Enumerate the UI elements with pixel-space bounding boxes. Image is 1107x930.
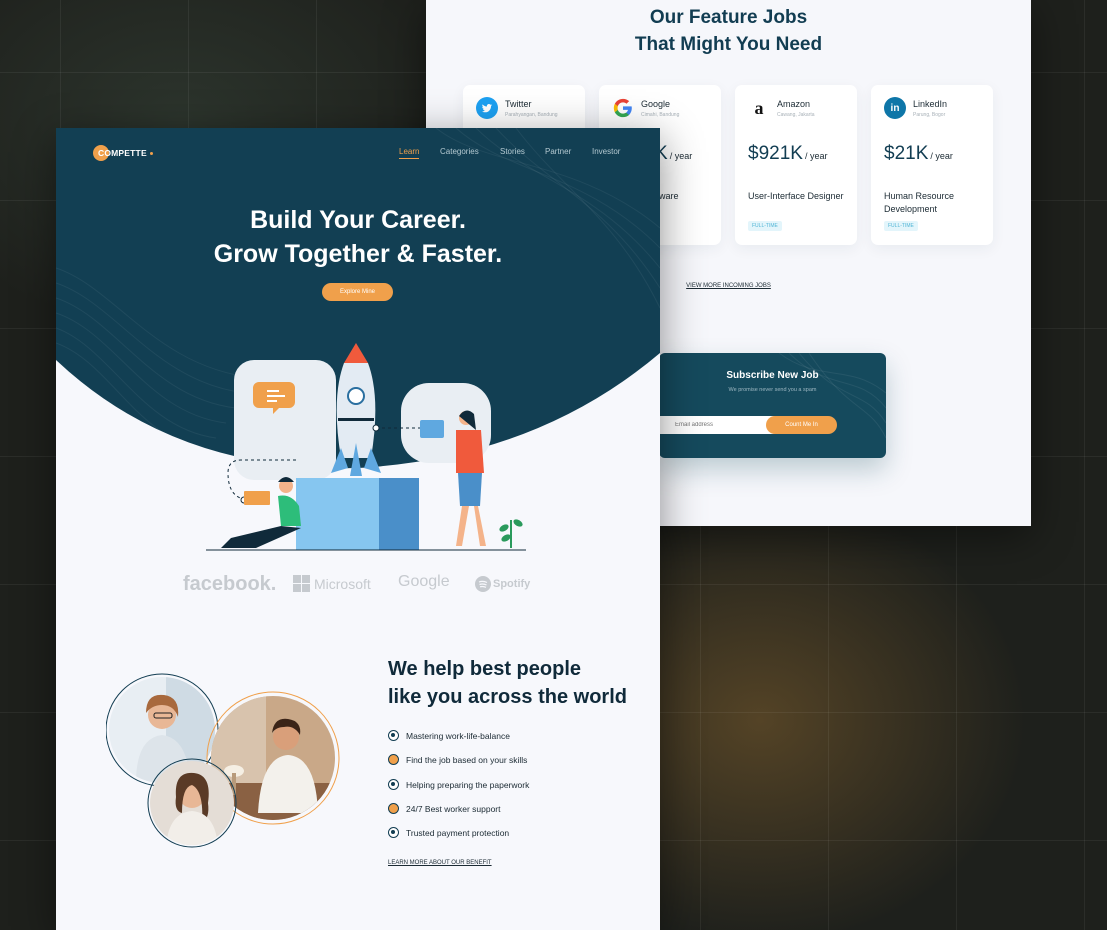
- amazon-icon: a: [754, 97, 764, 118]
- benefit-item: Mastering work-life-balance: [388, 730, 510, 741]
- job-salary-period: / year: [930, 151, 953, 161]
- hero-section: COMPETTE Learn Categories Stories Partne…: [56, 128, 660, 598]
- twitter-icon: [476, 97, 498, 119]
- explore-mine-button[interactable]: Explore Mine: [322, 283, 393, 301]
- hero-title-line-2: Grow Together & Faster.: [213, 240, 503, 268]
- spotify-icon: [475, 576, 491, 592]
- job-salary-value: $921K: [748, 143, 803, 164]
- job-card-linkedin[interactable]: in LinkedIn Parung, Bogor $21K / year Hum…: [871, 85, 993, 245]
- job-company: Amazon: [777, 99, 811, 109]
- job-location: Parahyangan, Bandung: [505, 112, 558, 118]
- brand-logos: facebook. Microsoft Google Spotify: [56, 573, 660, 603]
- job-salary-value: $21K: [884, 143, 929, 164]
- benefit-item: 24/7 Best worker support: [388, 803, 501, 814]
- microsoft-wordmark: Microsoft: [314, 575, 371, 592]
- spotify-wordmark: Spotify: [493, 578, 531, 590]
- nav-learn-label: Learn: [399, 147, 420, 156]
- nav-categories[interactable]: Categories: [440, 147, 479, 156]
- benefit-item: Helping preparing the paperwork: [388, 779, 529, 790]
- subscribe-wave-pattern: [778, 353, 886, 439]
- job-type-badge: FULL-TIME: [884, 221, 918, 231]
- help-title-line-2: like you across the world: [388, 686, 627, 708]
- google-icon: [612, 97, 634, 119]
- hero-title: Build Your Career. Grow Together & Faste…: [56, 203, 660, 271]
- benefit-item: Trusted payment protection: [388, 827, 509, 838]
- subscribe-title: Subscribe New Job: [726, 370, 819, 381]
- job-card-amazon[interactable]: a Amazon Cawang, Jakarta $921K / year Use…: [735, 85, 857, 245]
- hero-background: [56, 128, 660, 551]
- team-photos: [106, 673, 340, 848]
- logo-text: COMPETTE: [98, 148, 147, 158]
- help-title-line-1: We help best people: [388, 658, 581, 680]
- jobs-title-line-2: That Might You Need: [634, 34, 823, 55]
- benefit-text: 24/7 Best worker support: [406, 803, 501, 814]
- job-company: Twitter: [505, 99, 532, 109]
- job-salary-period: / year: [669, 151, 693, 161]
- job-location: Parung, Bogor: [913, 112, 946, 118]
- nav-investor[interactable]: Investor: [592, 147, 620, 156]
- bullet-icon: [388, 730, 399, 741]
- count-me-in-button[interactable]: Count Me In: [766, 416, 837, 434]
- job-role: Human Resource Development: [884, 191, 955, 214]
- job-salary: K / year: [655, 143, 692, 165]
- nav-stories[interactable]: Stories: [500, 147, 525, 156]
- job-location: Cawang, Jakarta: [777, 112, 815, 118]
- job-salary-period: / year: [804, 151, 828, 161]
- bullet-icon: [388, 827, 399, 838]
- nav-learn[interactable]: Learn: [399, 147, 420, 159]
- benefit-text: Trusted payment protection: [406, 827, 510, 838]
- nav-active-indicator: [399, 158, 420, 159]
- spotify-logo: Spotify: [475, 576, 530, 592]
- job-role: User-Interface Designer: [748, 191, 844, 201]
- job-salary: $21K / year: [884, 143, 953, 165]
- facebook-logo: facebook.: [183, 573, 277, 595]
- learn-more-benefit-link[interactable]: LEARN MORE ABOUT OUR BENEFIT: [388, 860, 492, 866]
- help-section-title: We help best people like you across the …: [388, 655, 627, 711]
- job-company: LinkedIn: [913, 99, 948, 109]
- job-company: Google: [641, 99, 671, 109]
- microsoft-logo: Microsoft: [293, 575, 371, 592]
- bullet-icon: [388, 779, 399, 790]
- nav-partner[interactable]: Partner: [545, 147, 571, 156]
- benefit-item: Find the job based on your skills: [388, 754, 527, 765]
- bullet-icon: [388, 754, 399, 765]
- subscribe-subtitle: We promise never send you a spam: [728, 387, 817, 393]
- linkedin-icon: in: [884, 97, 906, 119]
- job-type-badge: FULL-TIME: [748, 221, 782, 231]
- logo[interactable]: COMPETTE: [93, 145, 153, 161]
- subscribe-box: Subscribe New Job We promise never send …: [659, 353, 886, 458]
- hero-title-line-1: Build Your Career.: [250, 206, 466, 234]
- job-location: Cimahi, Bandung: [641, 112, 680, 118]
- jobs-section-title: Our Feature Jobs That Might You Need: [426, 4, 1031, 58]
- jobs-title-line-1: Our Feature Jobs: [649, 7, 808, 28]
- bullet-icon: [388, 803, 399, 814]
- landing-page-preview: COMPETTE Learn Categories Stories Partne…: [56, 128, 660, 930]
- benefit-text: Find the job based on your skills: [406, 754, 528, 765]
- google-logo: Google: [398, 573, 450, 590]
- job-salary: $921K / year: [748, 143, 827, 165]
- logo-dot: [149, 151, 153, 155]
- benefit-text: Helping preparing the paperwork: [406, 779, 530, 790]
- benefit-text: Mastering work-life-balance: [406, 730, 510, 741]
- microsoft-icon: [293, 575, 310, 592]
